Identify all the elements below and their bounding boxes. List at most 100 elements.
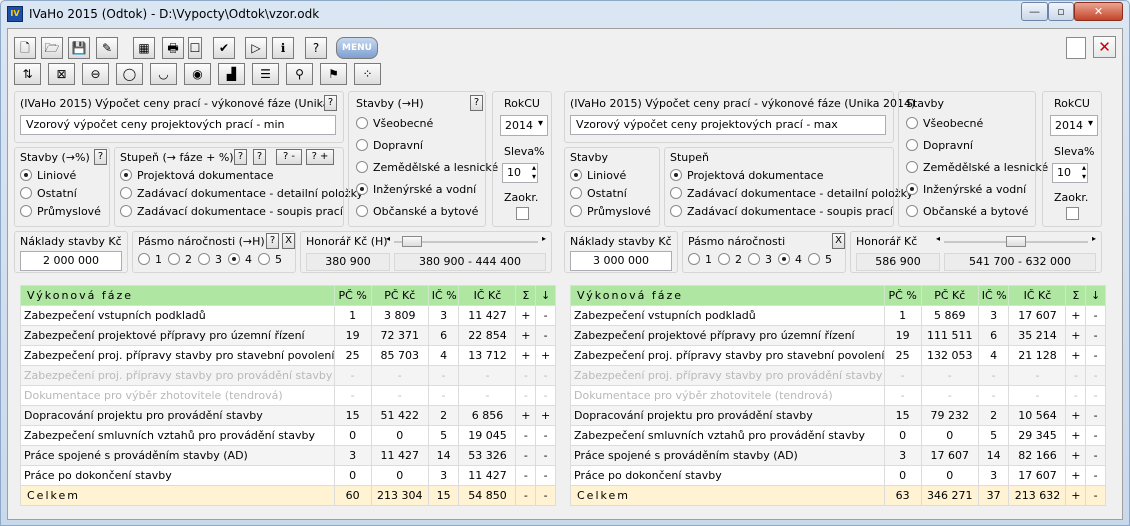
table-cell[interactable]: - bbox=[1065, 385, 1087, 406]
half-circle-icon[interactable]: ⊖ bbox=[82, 63, 109, 85]
help-button[interactable]: ? bbox=[253, 149, 266, 165]
save-disk-icon[interactable]: 💾 bbox=[68, 37, 90, 59]
table-row[interactable]: Dopracování projektu pro provádění stavb… bbox=[20, 405, 556, 426]
stupen-radio-0[interactable]: Projektová dokumentace bbox=[120, 169, 273, 185]
left-rokcu-select[interactable]: 2014 bbox=[500, 115, 548, 136]
table-cell[interactable]: + bbox=[515, 305, 537, 326]
table-cell[interactable]: + bbox=[1065, 445, 1087, 466]
checkbox-icon[interactable]: ☐ bbox=[188, 37, 202, 59]
print-icon[interactable]: 🖶 bbox=[162, 37, 184, 59]
pasmo-radio-4[interactable]: 5 bbox=[258, 253, 282, 269]
table-cell[interactable]: - bbox=[535, 365, 556, 386]
slider-left-arrow-icon[interactable]: ◂ bbox=[386, 234, 390, 243]
left-honorar-slider[interactable]: ◂ ▸ bbox=[386, 234, 546, 248]
close-panel-button[interactable]: ✕ bbox=[1093, 36, 1116, 58]
table-cell[interactable]: - bbox=[1085, 305, 1106, 326]
layers-icon[interactable]: ☰ bbox=[252, 63, 279, 85]
table-cell[interactable]: - bbox=[1085, 405, 1106, 426]
slider-right-arrow-icon[interactable]: ▸ bbox=[1092, 234, 1096, 243]
open-folder-icon[interactable]: 🗁 bbox=[41, 37, 63, 59]
slider-left-arrow-icon[interactable]: ◂ bbox=[936, 234, 940, 243]
table-cell[interactable]: - bbox=[1085, 325, 1106, 346]
right-name-input[interactable]: Vzorový výpočet ceny projektových prací … bbox=[570, 115, 886, 135]
table-cell[interactable]: - bbox=[515, 425, 537, 446]
pasmo-radio-0[interactable]: 1 bbox=[688, 253, 712, 269]
stavbyh-radio-4[interactable]: Občanské a bytové bbox=[356, 205, 478, 221]
slider-right-arrow-icon[interactable]: ▸ bbox=[542, 234, 546, 243]
right-zaokr-checkbox[interactable] bbox=[1066, 207, 1079, 220]
table-row[interactable]: Zabezpečení proj. přípravy stavby pro pr… bbox=[20, 365, 556, 386]
step-icon[interactable]: ▟ bbox=[218, 63, 245, 85]
info-icon[interactable]: ℹ bbox=[272, 37, 294, 59]
help-button[interactable]: ? bbox=[234, 149, 247, 165]
pasmo-radio-1[interactable]: 2 bbox=[718, 253, 742, 269]
table-row[interactable]: Zabezpečení projektové přípravy pro územ… bbox=[20, 325, 556, 346]
table-cell[interactable]: - bbox=[535, 425, 556, 446]
menu-button[interactable]: MENU bbox=[336, 37, 378, 59]
table-cell[interactable]: + bbox=[1065, 425, 1087, 446]
stavbyh-radio-1[interactable]: Dopravní bbox=[356, 139, 423, 155]
table-row[interactable]: Práce spojené s prováděním stavby (AD) 3 1… bbox=[20, 445, 556, 466]
table-row[interactable]: Zabezpečení proj. přípravy stavby pro pr… bbox=[570, 365, 1106, 386]
right-naklady-input[interactable]: 3 000 000 bbox=[570, 251, 672, 271]
table-cell[interactable]: - bbox=[1065, 365, 1087, 386]
reset-x-button[interactable]: X bbox=[832, 233, 845, 249]
pasmo-radio-3[interactable]: 4 bbox=[778, 253, 802, 269]
help-plus-button[interactable]: ? + bbox=[306, 149, 334, 165]
table-cell[interactable]: + bbox=[1065, 465, 1087, 486]
stupen-radio-0[interactable]: Projektová dokumentace bbox=[670, 169, 823, 185]
stupen-radio-1[interactable]: Zadávací dokumentace - detailní položky bbox=[670, 187, 913, 203]
table-row[interactable]: Dopracování projektu pro provádění stavb… bbox=[570, 405, 1106, 426]
table-cell[interactable]: + bbox=[515, 325, 537, 346]
table-cell[interactable]: + bbox=[1065, 345, 1087, 366]
pasmo-radio-2[interactable]: 3 bbox=[748, 253, 772, 269]
table-row[interactable]: Zabezpečení smluvních vztahů pro provádě… bbox=[20, 425, 556, 446]
edit-icon[interactable]: ✎ bbox=[96, 37, 118, 59]
stavby-radio-2[interactable]: Průmyslové bbox=[20, 205, 101, 221]
table-cell[interactable]: + bbox=[515, 405, 537, 426]
left-name-input[interactable]: Vzorový výpočet ceny projektových prací … bbox=[20, 115, 336, 135]
table-cell[interactable]: - bbox=[1085, 385, 1106, 406]
table-cell[interactable]: - bbox=[515, 445, 537, 466]
help-button[interactable]: ? bbox=[94, 149, 107, 165]
table-cell[interactable]: - bbox=[1085, 365, 1106, 386]
reset-x-button[interactable]: X bbox=[282, 233, 295, 249]
pasmo-radio-4[interactable]: 5 bbox=[808, 253, 832, 269]
stupen-radio-2[interactable]: Zadávací dokumentace - soupis prací bbox=[670, 205, 893, 221]
left-naklady-input[interactable]: 2 000 000 bbox=[20, 251, 122, 271]
stavbyh-radio-2[interactable]: Zemědělské a lesnické bbox=[906, 161, 1048, 177]
table-row[interactable]: Práce spojené s prováděním stavby (AD) 3 1… bbox=[570, 445, 1106, 466]
calculator-icon[interactable]: ▦ bbox=[133, 37, 155, 59]
table-cell[interactable]: - bbox=[535, 385, 556, 406]
flag-icon[interactable]: ⚑ bbox=[320, 63, 347, 85]
table-cell[interactable]: + bbox=[1065, 405, 1087, 426]
channel-icon[interactable]: ◡ bbox=[150, 63, 177, 85]
stupen-radio-1[interactable]: Zadávací dokumentace - detailní položky bbox=[120, 187, 363, 203]
slider-thumb[interactable] bbox=[402, 236, 422, 247]
stavby-radio-0[interactable]: Liniové bbox=[570, 169, 626, 185]
play-icon[interactable]: ▷ bbox=[245, 37, 267, 59]
pasmo-radio-1[interactable]: 2 bbox=[168, 253, 192, 269]
right-honorar-slider[interactable]: ◂ ▸ bbox=[936, 234, 1096, 248]
stavby-radio-1[interactable]: Ostatní bbox=[570, 187, 627, 203]
maximize-button[interactable]: ▫ bbox=[1048, 2, 1074, 21]
table-cell[interactable]: + bbox=[535, 405, 556, 426]
help-button[interactable]: ? bbox=[266, 233, 279, 249]
stavbyh-radio-1[interactable]: Dopravní bbox=[906, 139, 973, 155]
stavbyh-radio-3[interactable]: Inženýrské a vodní bbox=[356, 183, 476, 199]
help-minus-button[interactable]: ? - bbox=[276, 149, 302, 165]
table-cell[interactable]: + bbox=[515, 345, 537, 366]
stavby-radio-1[interactable]: Ostatní bbox=[20, 187, 77, 203]
table-row[interactable]: Práce po dokončení stavby 0 0 3 17 607 + - bbox=[570, 465, 1106, 486]
stupen-radio-2[interactable]: Zadávací dokumentace - soupis prací bbox=[120, 205, 343, 221]
close-window-button[interactable]: ✕ bbox=[1074, 2, 1123, 21]
table-cell[interactable]: - bbox=[535, 465, 556, 486]
circle-icon[interactable]: ◯ bbox=[116, 63, 143, 85]
stavby-radio-0[interactable]: Liniové bbox=[20, 169, 76, 185]
right-sleva-spinner[interactable]: 10 bbox=[1052, 163, 1088, 183]
pipe-icon[interactable]: ◉ bbox=[184, 63, 211, 85]
right-rokcu-select[interactable]: 2014 bbox=[1050, 115, 1098, 136]
new-file-icon[interactable]: 🗋 bbox=[14, 37, 36, 59]
pasmo-radio-2[interactable]: 3 bbox=[198, 253, 222, 269]
table-row[interactable]: Zabezpečení vstupních podkladů 1 5 869 3 17 … bbox=[570, 305, 1106, 326]
